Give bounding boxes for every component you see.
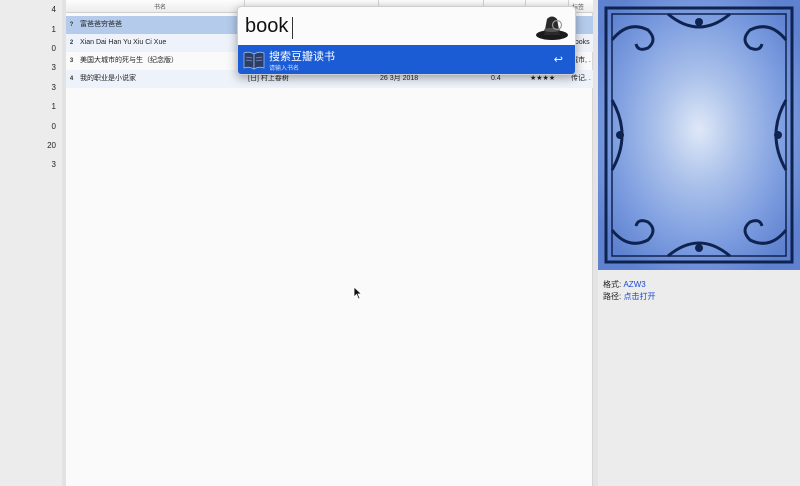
mouse-pointer-icon (353, 286, 363, 300)
book-cover[interactable] (598, 0, 800, 270)
format-value-link[interactable]: AZW3 (623, 280, 645, 289)
row-number: 4 (69, 76, 74, 82)
path-label: 路径: (603, 292, 622, 301)
book-title[interactable]: 美国大城市的死与生（纪念版） (80, 52, 240, 70)
count-item: 0 (51, 44, 56, 53)
format-label: 格式: (603, 280, 622, 289)
tag-browser-counts: 4 1 0 3 3 1 0 20 3 (0, 0, 62, 486)
return-key-icon: ↩ (553, 54, 563, 66)
column-header-title[interactable]: 书名 (154, 2, 166, 11)
search-result-douban[interactable]: 搜索豆瓣读书 请输入书名 ↩ (238, 45, 575, 74)
search-input[interactable]: book (245, 15, 288, 38)
path-open-link[interactable]: 点击打开 (623, 292, 655, 301)
row-number: 3 (69, 58, 74, 64)
count-item: 20 (47, 141, 56, 150)
count-item: 3 (51, 83, 56, 92)
count-item: 1 (51, 102, 56, 111)
book-title[interactable]: 富爸爸穷爸爸 (80, 16, 240, 34)
row-number: ? (69, 22, 74, 28)
alfred-hat-icon (536, 16, 568, 40)
count-item: 0 (51, 122, 56, 131)
open-book-icon (243, 51, 265, 70)
book-details: 格式: AZW3 路径: 点击打开 (598, 270, 800, 486)
search-popup: book 搜索豆瓣读书 请输入书名 ↩ (237, 6, 576, 75)
count-item: 4 (51, 5, 56, 14)
book-title[interactable]: 我的职业是小说家 (80, 70, 240, 88)
count-item: 1 (51, 25, 56, 34)
text-caret (292, 17, 293, 39)
path-line: 路径: 点击打开 (603, 291, 655, 302)
row-number: 2 (69, 40, 74, 46)
count-item: 3 (51, 160, 56, 169)
count-item: 3 (51, 63, 56, 72)
format-line: 格式: AZW3 (603, 279, 646, 290)
result-subtitle: 请输入书名 (269, 66, 300, 72)
result-title: 搜索豆瓣读书 (269, 51, 335, 63)
book-title[interactable]: Xian Dai Han Yu Xiu Ci Xue (80, 34, 240, 52)
cover-ornament-image (598, 0, 800, 270)
